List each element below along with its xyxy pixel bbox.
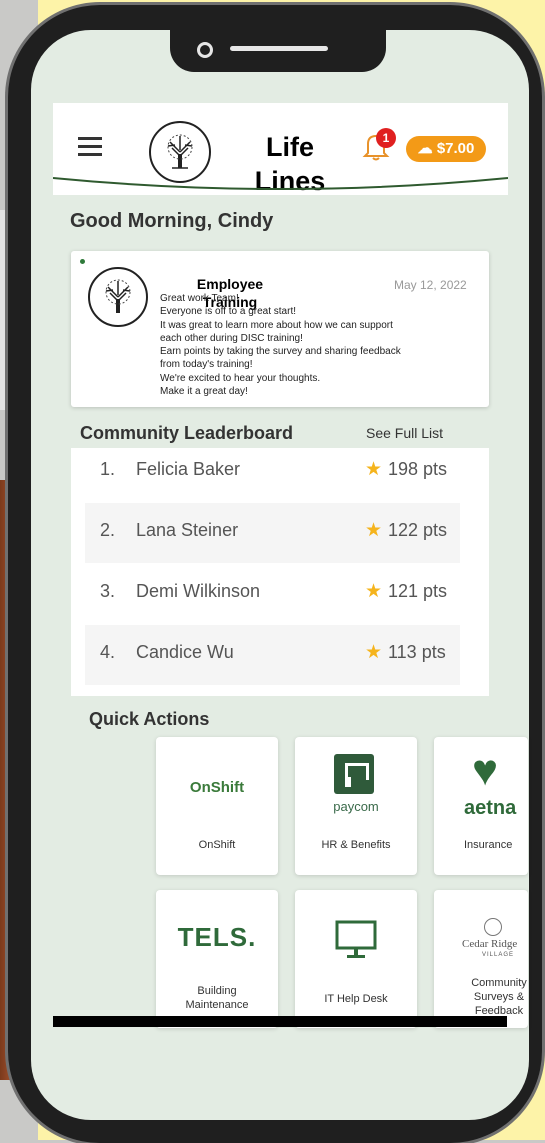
member-points: 122 pts bbox=[388, 520, 448, 540]
cedar-ridge-emblem-icon bbox=[484, 918, 502, 936]
coin-icon: ☁ bbox=[417, 140, 437, 157]
post-line: each other during DISC training! bbox=[160, 332, 303, 344]
quick-action-onshift[interactable]: OnShift OnShift bbox=[156, 737, 278, 875]
heart-icon: ♥ bbox=[472, 746, 499, 795]
menu-icon[interactable] bbox=[78, 137, 102, 161]
tile-label: OnShift bbox=[198, 839, 236, 851]
leaderboard-row[interactable]: 1. Felicia Baker ★ 198 pts bbox=[85, 442, 460, 502]
paycom-logo-mark bbox=[334, 754, 374, 794]
quick-action-it-help-desk[interactable]: IT Help Desk bbox=[295, 890, 417, 1028]
post-line: We're excited to hear your thoughts. bbox=[160, 372, 321, 384]
tree-icon bbox=[167, 134, 193, 169]
post-avatar bbox=[88, 267, 148, 327]
post-line: Make it a great day! bbox=[160, 386, 248, 398]
tile-label: HR & Benefits bbox=[321, 839, 391, 851]
rank: 4. bbox=[100, 642, 116, 662]
onshift-logo: OnShift bbox=[189, 779, 245, 796]
see-full-list-link[interactable]: See Full List bbox=[366, 425, 443, 441]
star-icon: ★ bbox=[365, 459, 383, 480]
member-name: Lana Steiner bbox=[136, 520, 239, 540]
phone-notch bbox=[170, 8, 386, 72]
monitor-icon bbox=[335, 920, 377, 958]
cedar-ridge-logo-sub: VILLAGE bbox=[482, 952, 515, 958]
post-body: Great work Team! Everyone is off to a gr… bbox=[160, 292, 480, 398]
tree-icon bbox=[105, 279, 131, 313]
star-icon: ★ bbox=[365, 520, 383, 541]
star-icon: ★ bbox=[365, 581, 383, 602]
star-icon: ★ bbox=[365, 642, 383, 663]
member-name: Felicia Baker bbox=[136, 459, 241, 479]
leaderboard-row[interactable]: 2. Lana Steiner ★ 122 pts bbox=[85, 503, 460, 563]
tile-label: Insurance bbox=[464, 839, 513, 851]
tile-label: Community Surveys & Feedback bbox=[471, 977, 527, 1017]
camera bbox=[197, 42, 213, 58]
leaderboard-row[interactable]: 3. Demi Wilkinson ★ 121 pts bbox=[85, 564, 460, 624]
quick-action-hr-benefits[interactable]: paycom HR & Benefits bbox=[295, 737, 417, 875]
member-points: 198 pts bbox=[388, 459, 448, 479]
cedar-ridge-logo: Cedar Ridge bbox=[462, 938, 518, 950]
post-line: Everyone is off to a great start! bbox=[160, 306, 296, 318]
aetna-logo: aetna bbox=[464, 797, 517, 819]
speaker bbox=[230, 46, 328, 51]
member-points: 121 pts bbox=[388, 581, 448, 601]
tile-label: IT Help Desk bbox=[324, 993, 388, 1005]
tels-logo: TELS. bbox=[177, 922, 257, 952]
tile-label: Building Maintenance bbox=[185, 985, 249, 1011]
post-line: Great work Team! bbox=[160, 293, 239, 304]
post-line: It was great to learn more about how we … bbox=[160, 319, 393, 331]
member-name: Candice Wu bbox=[136, 642, 234, 662]
header-curve bbox=[53, 177, 508, 190]
points-balance: $7.00 bbox=[436, 140, 475, 157]
home-indicator bbox=[53, 1016, 507, 1027]
post-line: Earn points by taking the survey and sha… bbox=[160, 346, 401, 358]
notification-badge: 1 bbox=[376, 128, 396, 148]
leaderboard-row[interactable]: 4. Candice Wu ★ 113 pts bbox=[85, 625, 460, 685]
rank: 1. bbox=[100, 459, 116, 479]
greeting-text: Good Morning, Cindy bbox=[70, 210, 274, 232]
quick-action-insurance[interactable]: ♥ aetna Insurance bbox=[434, 737, 528, 875]
paycom-logo: paycom bbox=[333, 799, 379, 814]
unread-dot bbox=[80, 259, 85, 264]
quick-action-building-maintenance[interactable]: TELS. Building Maintenance bbox=[156, 890, 278, 1028]
points-balance-pill[interactable]: ☁ $7.00 bbox=[406, 136, 486, 162]
quick-action-community-surveys[interactable]: Cedar Ridge VILLAGE Community Surveys & … bbox=[434, 890, 528, 1028]
rank: 2. bbox=[100, 520, 116, 540]
post-date: May 12, 2022 bbox=[394, 278, 467, 292]
leaderboard-title: Community Leaderboard bbox=[80, 423, 294, 443]
member-name: Demi Wilkinson bbox=[136, 581, 261, 601]
quick-actions-title: Quick Actions bbox=[89, 709, 210, 729]
rank: 3. bbox=[100, 581, 116, 601]
member-points: 113 pts bbox=[388, 642, 446, 662]
post-line: from today's training! bbox=[160, 359, 253, 371]
